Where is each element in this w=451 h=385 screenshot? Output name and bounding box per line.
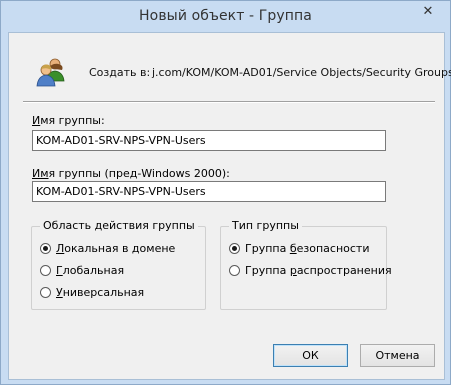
group-scope-box: Область действия группы Локальная в доме… bbox=[31, 219, 206, 310]
dialog-window: Новый объект - Группа ✕ Создать в: j.com… bbox=[0, 0, 451, 385]
radio-label: Глобальная bbox=[56, 264, 125, 277]
create-in-label: Создать в: bbox=[89, 66, 151, 79]
title-bar[interactable]: Новый объект - Группа ✕ bbox=[1, 1, 450, 32]
group-type-box: Тип группы Группа безопасности Группа ра… bbox=[220, 219, 392, 310]
window-title: Новый объект - Группа bbox=[139, 8, 312, 24]
dialog-body: Создать в: j.com/KOM/KOM-AD01/Service Ob… bbox=[8, 32, 451, 380]
cancel-button[interactable]: Отмена bbox=[360, 344, 435, 367]
radio-label: Универсальная bbox=[56, 286, 145, 299]
group-scope-title: Область действия группы bbox=[40, 219, 198, 232]
radio-indicator[interactable] bbox=[40, 265, 51, 276]
type-security-radio[interactable]: Группа безопасности bbox=[229, 242, 369, 255]
scope-global-radio[interactable]: Глобальная bbox=[40, 264, 124, 277]
radio-label: Локальная в домене bbox=[56, 242, 176, 255]
radio-indicator[interactable] bbox=[229, 265, 240, 276]
close-icon: ✕ bbox=[422, 4, 434, 19]
group-type-title: Тип группы bbox=[229, 219, 302, 232]
group-name-pre2000-input[interactable] bbox=[32, 181, 386, 202]
close-button[interactable]: ✕ bbox=[412, 1, 444, 22]
group-name-pre2000-label: Имя группы (пред-Windows 2000): bbox=[32, 167, 230, 180]
group-name-input[interactable] bbox=[32, 130, 386, 151]
scope-domain-local-radio[interactable]: Локальная в домене bbox=[40, 242, 175, 255]
radio-label: Группа распространения bbox=[245, 264, 392, 277]
radio-indicator[interactable] bbox=[40, 243, 51, 254]
users-group-icon bbox=[36, 58, 65, 87]
create-in-path: j.com/KOM/KOM-AD01/Service Objects/Secur… bbox=[152, 66, 451, 79]
scope-universal-radio[interactable]: Универсальная bbox=[40, 286, 144, 299]
type-distribution-radio[interactable]: Группа распространения bbox=[229, 264, 392, 277]
radio-indicator[interactable] bbox=[40, 287, 51, 298]
ok-button[interactable]: ОК bbox=[273, 344, 348, 367]
group-name-label: Имя группы: bbox=[32, 114, 105, 127]
radio-label: Группа безопасности bbox=[245, 242, 370, 255]
separator bbox=[23, 101, 435, 103]
radio-indicator[interactable] bbox=[229, 243, 240, 254]
